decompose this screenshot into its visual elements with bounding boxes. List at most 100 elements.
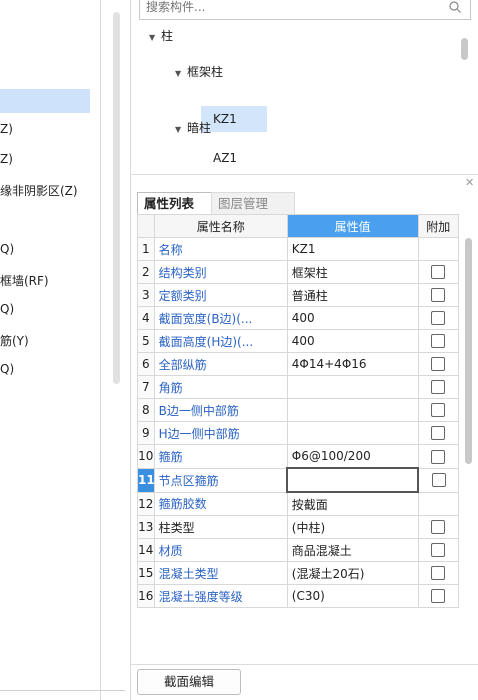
tree-leaf-az1[interactable]: AZ1 [213, 146, 237, 170]
add-cell [417, 398, 460, 422]
table-row[interactable]: 1 名称 KZ1 [137, 237, 460, 261]
selected-list-item[interactable] [0, 89, 90, 113]
add-checkbox[interactable] [431, 311, 446, 326]
property-name[interactable]: 定额类别 [153, 283, 288, 307]
table-row[interactable]: 6 全部纵筋 4Φ14+4Φ16 [137, 352, 460, 376]
add-checkbox[interactable] [431, 403, 446, 418]
tree-node-column[interactable]: ▼ 柱 [149, 24, 173, 48]
property-name[interactable]: 节点区箍筋 [153, 467, 288, 493]
table-row[interactable]: 13 柱类型 (中柱) [137, 515, 460, 539]
property-name[interactable]: 混凝土类型 [153, 561, 288, 585]
tree-node-hidden-column-label[interactable]: ▼ 暗柱 [175, 116, 211, 140]
property-value[interactable]: (中柱) [286, 515, 419, 539]
property-name[interactable]: 箍筋 [153, 444, 288, 469]
table-row[interactable]: 12 箍筋胶数 按截面 [137, 491, 460, 516]
section-edit-button[interactable]: 截面编辑 [137, 669, 241, 695]
property-value[interactable]: KZ1 [286, 237, 419, 261]
left-scrollbar[interactable] [113, 12, 120, 384]
add-cell [417, 491, 460, 516]
property-value[interactable]: 框架柱 [286, 260, 419, 284]
property-name[interactable]: 截面宽度(B边)(... [153, 306, 288, 330]
property-name[interactable]: 名称 [153, 237, 288, 261]
table-row[interactable]: 2 结构类别 框架柱 [137, 260, 460, 284]
list-item[interactable]: 框墙(RF) [0, 272, 49, 289]
caret-down-icon[interactable]: ▼ [175, 62, 187, 86]
property-value[interactable]: 400 [286, 306, 419, 330]
table-scrollbar[interactable] [465, 238, 472, 464]
add-checkbox[interactable] [431, 566, 446, 581]
table-row[interactable]: 10 箍筋 Φ6@100/200 [137, 444, 460, 469]
search-input[interactable] [140, 0, 446, 17]
table-row[interactable]: 5 截面高度(H边)(... 400 [137, 329, 460, 353]
property-value[interactable]: (混凝土20石) [286, 561, 419, 585]
divider [131, 174, 478, 175]
property-value[interactable]: Φ6@100/200 [286, 444, 419, 469]
property-value[interactable]: 商品混凝土 [286, 538, 419, 562]
property-name[interactable]: 截面高度(H边)(... [153, 329, 288, 353]
tree-leaf-kz1[interactable]: KZ1 [213, 107, 237, 131]
table-row[interactable]: 8 B边一侧中部筋 [137, 398, 460, 422]
header-name[interactable]: 属性名称 [153, 214, 288, 238]
property-name[interactable]: H边一侧中部筋 [153, 421, 288, 445]
header-value[interactable]: 属性值 [286, 214, 419, 238]
add-checkbox[interactable] [431, 426, 446, 441]
table-row[interactable]: 14 材质 商品混凝土 [137, 538, 460, 562]
property-name[interactable]: B边一侧中部筋 [153, 398, 288, 422]
tree-node-frame-column[interactable]: ▼ 框架柱 [175, 60, 223, 84]
property-value[interactable]: (C30) [286, 584, 419, 608]
add-checkbox[interactable] [431, 334, 446, 349]
row-index: 15 [137, 561, 155, 585]
add-checkbox[interactable] [431, 265, 446, 280]
property-value[interactable] [286, 398, 419, 422]
property-name[interactable]: 箍筋胶数 [153, 491, 288, 516]
property-name[interactable]: 角筋 [153, 375, 288, 399]
property-name[interactable]: 结构类别 [153, 260, 288, 284]
table-row[interactable]: 16 混凝土强度等级 (C30) [137, 584, 460, 608]
row-index: 4 [137, 306, 155, 330]
add-checkbox[interactable] [431, 357, 446, 372]
table-row[interactable]: 11 节点区箍筋 [137, 467, 460, 493]
list-item[interactable]: Z) [0, 152, 13, 166]
add-cell [417, 260, 460, 284]
table-row[interactable]: 3 定额类别 普通柱 [137, 283, 460, 307]
search-box [139, 0, 471, 20]
property-value[interactable] [286, 421, 419, 445]
property-value[interactable]: 400 [286, 329, 419, 353]
table-row[interactable]: 7 角筋 [137, 375, 460, 399]
property-value-editor[interactable] [286, 467, 420, 493]
header-add[interactable]: 附加 [417, 214, 460, 238]
tree-scrollbar[interactable] [461, 38, 468, 60]
property-value[interactable]: 普通柱 [286, 283, 419, 307]
caret-down-icon[interactable]: ▼ [175, 118, 187, 142]
close-icon[interactable]: ✕ [465, 176, 474, 189]
component-panel: ▼柱 ▼框架柱 KZ1 ▼暗柱 AZ1 ✕ 属性列表 图层管理 属性名称 [130, 0, 478, 700]
table-row[interactable]: 9 H边一侧中部筋 [137, 421, 460, 445]
add-checkbox[interactable] [431, 473, 446, 488]
add-checkbox[interactable] [431, 380, 446, 395]
table-row[interactable]: 4 截面宽度(B边)(... 400 [137, 306, 460, 330]
property-name[interactable]: 全部纵筋 [153, 352, 288, 376]
add-checkbox[interactable] [431, 589, 446, 604]
add-cell [417, 515, 460, 539]
property-value[interactable]: 4Φ14+4Φ16 [286, 352, 419, 376]
add-checkbox[interactable] [431, 288, 446, 303]
tab-layers[interactable]: 图层管理 [211, 192, 295, 215]
list-item[interactable]: Q) [0, 302, 14, 316]
list-item[interactable]: Q) [0, 242, 14, 256]
add-checkbox[interactable] [431, 520, 446, 535]
search-icon[interactable] [448, 0, 462, 14]
property-value[interactable]: 按截面 [286, 491, 419, 516]
add-checkbox[interactable] [431, 543, 446, 558]
property-value[interactable] [286, 375, 419, 399]
caret-down-icon[interactable]: ▼ [149, 26, 161, 50]
tab-properties[interactable]: 属性列表 [137, 192, 215, 215]
property-name[interactable]: 柱类型 [153, 515, 288, 539]
table-row[interactable]: 15 混凝土类型 (混凝土20石) [137, 561, 460, 585]
property-name[interactable]: 混凝土强度等级 [153, 584, 288, 608]
list-item[interactable]: 缘非阴影区(Z) [0, 182, 78, 199]
list-item[interactable]: Z) [0, 122, 13, 136]
property-name[interactable]: 材质 [153, 538, 288, 562]
add-checkbox[interactable] [431, 449, 446, 464]
list-item[interactable]: 筋(Y) [0, 332, 29, 349]
list-item[interactable]: Q) [0, 362, 14, 376]
